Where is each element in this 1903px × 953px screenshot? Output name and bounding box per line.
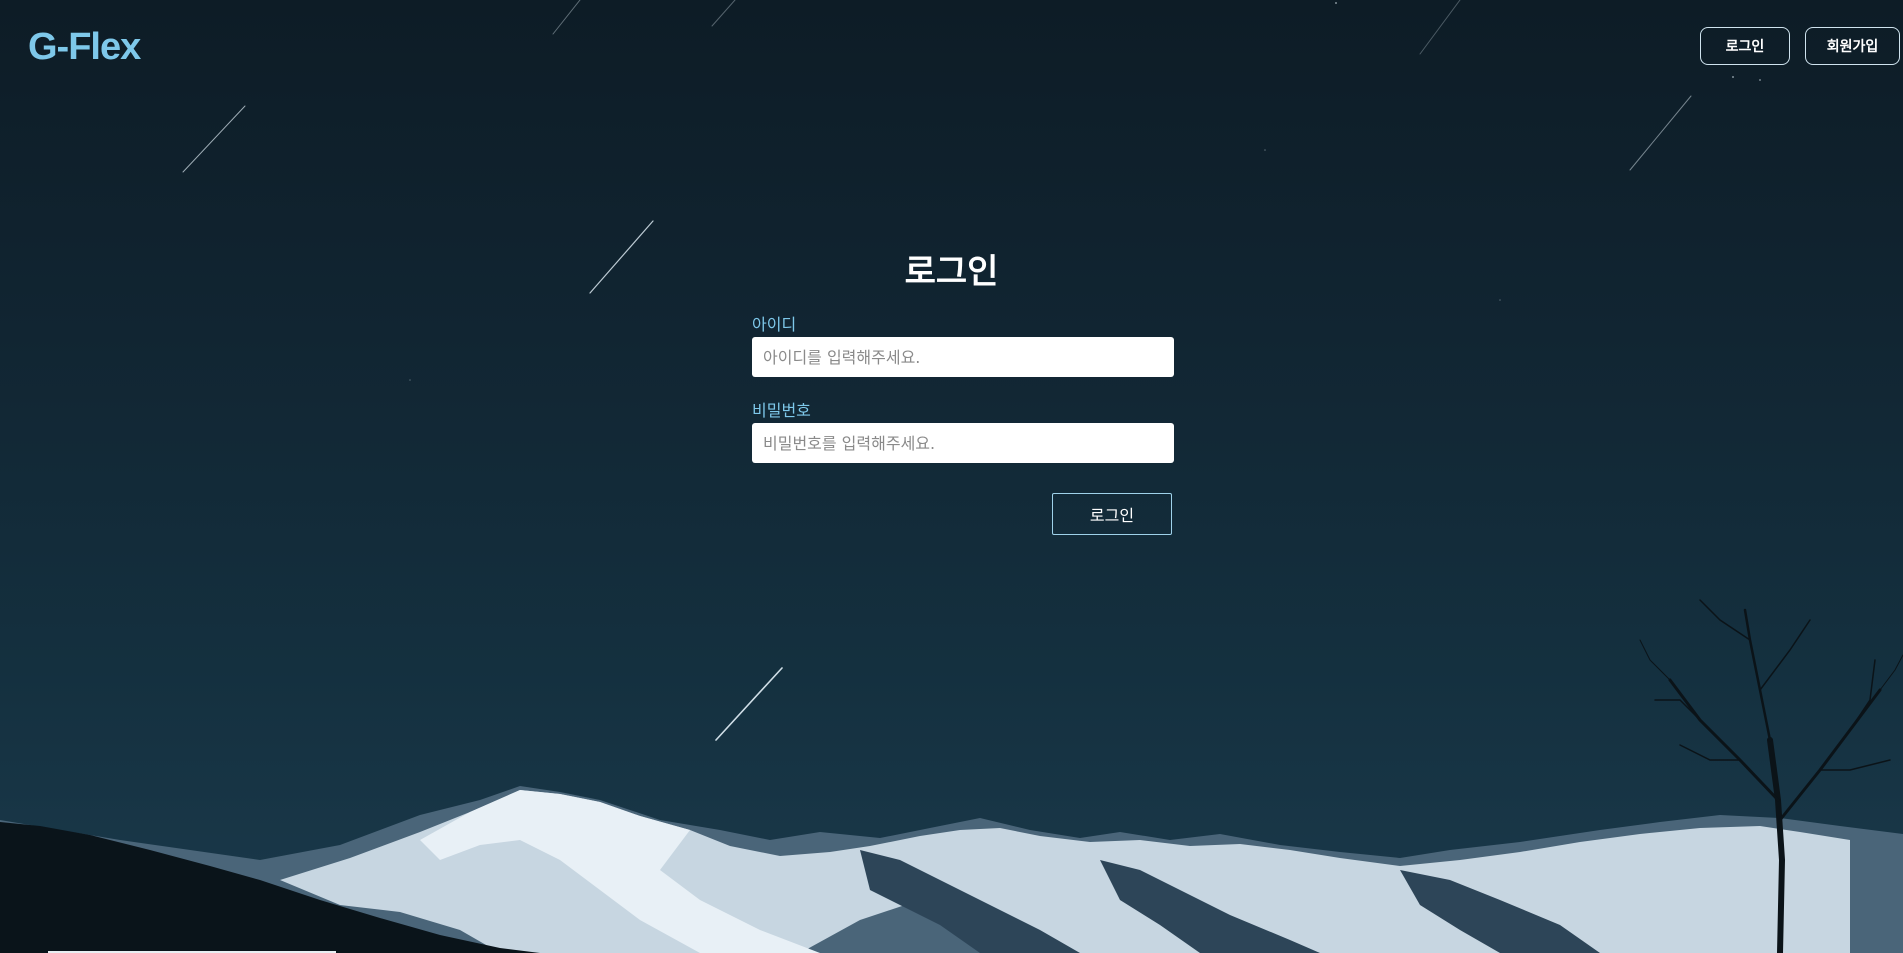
night-sky-illustration — [0, 0, 1903, 953]
tree-branch — [1778, 688, 1882, 822]
stars — [409, 2, 1761, 381]
tree-branch — [1759, 619, 1811, 691]
tree-branch — [1743, 608, 1772, 742]
login-submit-button[interactable]: 로그인 — [1052, 493, 1172, 535]
tree-branch — [1639, 639, 1671, 681]
star — [1499, 299, 1501, 301]
tree-branch — [1879, 654, 1903, 691]
star — [1732, 76, 1734, 78]
password-input[interactable] — [752, 423, 1174, 463]
shooting-star — [715, 667, 783, 741]
password-label: 비밀번호 — [752, 401, 811, 420]
header-login-button[interactable]: 로그인 — [1700, 27, 1790, 65]
page-background — [0, 0, 1903, 953]
id-label: 아이디 — [752, 315, 797, 334]
header-signup-button[interactable]: 회원가입 — [1805, 27, 1900, 65]
tree-branch — [1849, 659, 1876, 731]
star — [1335, 2, 1337, 4]
shooting-star — [182, 105, 246, 173]
shooting-star — [552, 0, 581, 35]
shooting-star — [1629, 95, 1692, 171]
tree-branch — [1819, 759, 1891, 771]
star — [1759, 79, 1761, 81]
shooting-star — [1419, 0, 1461, 55]
star — [1264, 149, 1266, 151]
brand-logo[interactable]: G-Flex — [28, 26, 141, 69]
tree-branch — [1699, 599, 1751, 641]
login-title: 로그인 — [904, 252, 999, 292]
shooting-star — [711, 0, 736, 27]
id-input[interactable] — [752, 337, 1174, 377]
star — [409, 379, 411, 381]
